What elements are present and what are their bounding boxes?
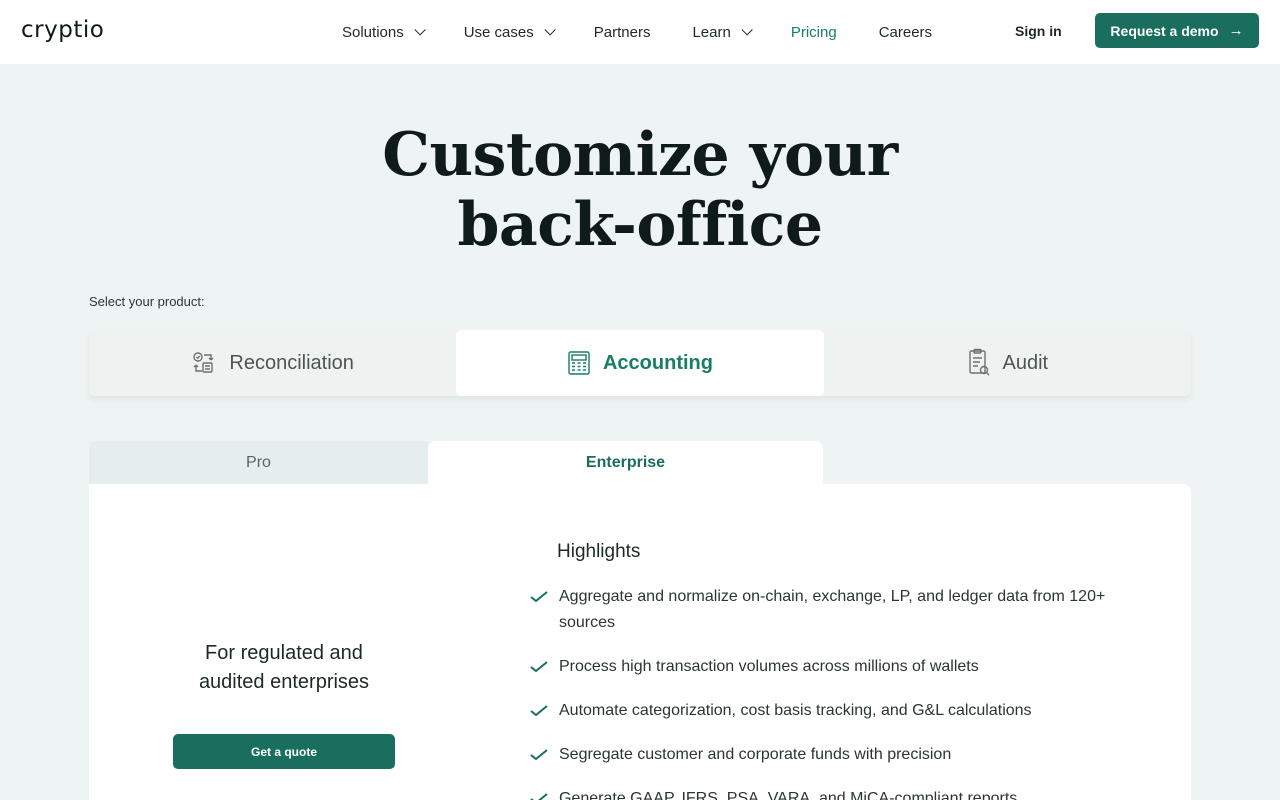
chevron-down-icon [414,24,426,36]
get-quote-button[interactable]: Get a quote [173,734,395,769]
check-icon [530,793,548,800]
chevron-down-icon [544,24,556,36]
highlights-list: Aggregate and normalize on-chain, exchan… [529,584,1109,800]
nav-solutions[interactable]: Solutions [342,23,426,41]
calculator-icon [568,351,590,375]
tab-audit[interactable]: Audit [824,330,1191,396]
nav-label: Pricing [790,23,837,41]
title-line-2: back-office [457,190,823,260]
nav-careers[interactable]: Careers [879,24,932,41]
highlight-text: Generate GAAP, IFRS, PSA, VARA, and MiCA… [559,790,1018,800]
plan-audience-line-2: audited enterprises [198,671,370,693]
plan-audience-line-1: For regulated and [205,642,363,664]
tab-reconciliation[interactable]: Reconciliation [89,330,456,396]
nav-label: Solutions [342,23,404,41]
nav-pricing[interactable]: Pricing [791,24,837,41]
nav-partners[interactable]: Partners [594,24,651,41]
nav-label: Use cases [463,23,534,41]
logo[interactable]: cryptio [21,17,104,43]
highlight-text: Process high transaction volumes across … [559,658,979,675]
check-icon [530,705,548,717]
highlight-text: Segregate customer and corporate funds w… [559,746,952,763]
list-item: Process high transaction volumes across … [529,654,1109,680]
reconciliation-icon [193,352,214,373]
request-demo-label: Request a demo [1110,22,1219,39]
nav-learn[interactable]: Learn [692,23,753,41]
tab-pro[interactable]: Pro [89,441,428,485]
nav-label: Careers [878,23,933,41]
select-product-label: Select your product: [89,294,205,309]
tab-label: Audit [1002,351,1049,374]
title-line-1: Customize your [382,120,898,190]
tab-label: Accounting [602,351,713,374]
plan-tabs: Pro Enterprise [89,441,823,485]
highlight-text: Automate categorization, cost basis trac… [559,702,1032,719]
tab-label: Reconciliation [229,351,354,374]
product-tabs: Reconciliation Accounting Audit [89,330,1191,396]
check-icon [530,661,548,673]
list-item: Generate GAAP, IFRS, PSA, VARA, and MiCA… [529,786,1109,800]
sign-in-link[interactable]: Sign in [1015,23,1062,39]
highlights-title: Highlights [557,541,641,562]
main-nav: Solutions Use cases Partners Learn Prici… [342,0,974,64]
tab-accounting[interactable]: Accounting [456,330,824,396]
nav-use-cases[interactable]: Use cases [463,23,556,41]
audit-clipboard-icon [968,348,990,376]
highlight-text: Aggregate and normalize on-chain, exchan… [559,588,1106,631]
nav-label: Partners [593,23,651,41]
site-header: cryptio Solutions Use cases Partners Lea… [0,0,1280,64]
chevron-down-icon [741,24,753,36]
request-demo-button[interactable]: Request a demo → [1095,13,1259,48]
check-icon [530,591,548,603]
check-icon [530,749,548,761]
plan-audience: For regulated and audited enterprises [184,639,384,697]
list-item: Segregate customer and corporate funds w… [529,742,1109,768]
list-item: Automate categorization, cost basis trac… [529,698,1109,724]
nav-label: Learn [692,23,731,41]
page-title: Customize your back-office [340,120,940,260]
tab-enterprise[interactable]: Enterprise [428,441,823,485]
plan-card: For regulated and audited enterprises Ge… [89,484,1191,800]
list-item: Aggregate and normalize on-chain, exchan… [529,584,1109,636]
arrow-right-icon: → [1228,22,1244,39]
